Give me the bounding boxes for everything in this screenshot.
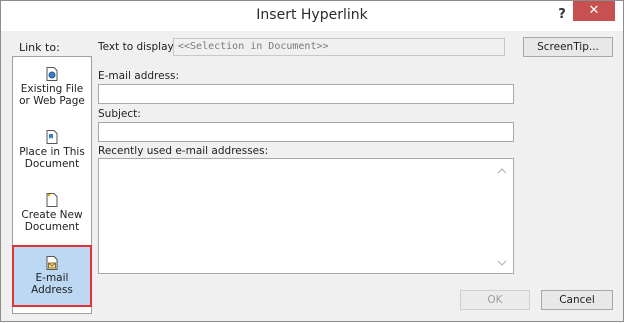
- text-to-display-input[interactable]: <<Selection in Document>>: [173, 38, 505, 56]
- close-button[interactable]: ✕: [573, 1, 615, 21]
- dialog-title: Insert Hyperlink: [256, 7, 368, 23]
- insert-hyperlink-dialog: Insert Hyperlink ? ✕ Link to: Existing F…: [0, 0, 624, 322]
- link-to-label: Link to:: [19, 41, 60, 54]
- link-to-create-new-document[interactable]: Create New Document: [13, 193, 91, 233]
- document-globe-icon: [46, 67, 58, 81]
- email-address-label: E-mail address:: [98, 70, 180, 82]
- ok-button[interactable]: OK: [460, 290, 530, 310]
- subject-label: Subject:: [98, 108, 141, 120]
- email-document-icon: [46, 256, 58, 270]
- subject-input[interactable]: [98, 122, 514, 142]
- title-bar: Insert Hyperlink ? ✕: [1, 1, 623, 31]
- cancel-button[interactable]: Cancel: [541, 290, 613, 310]
- recent-addresses-label: Recently used e-mail addresses:: [98, 145, 269, 157]
- scroll-down-icon[interactable]: [497, 259, 507, 267]
- recent-addresses-list[interactable]: [98, 158, 514, 274]
- email-address-input[interactable]: [98, 84, 514, 104]
- link-to-existing-file[interactable]: Existing File or Web Page: [13, 67, 91, 107]
- link-to-panel: Existing File or Web Page Place in This …: [12, 56, 92, 314]
- link-to-email-address[interactable]: E-mail Address: [12, 245, 92, 307]
- link-to-place-in-document[interactable]: Place in This Document: [13, 130, 91, 170]
- document-pin-icon: [46, 130, 58, 144]
- scroll-up-icon[interactable]: [497, 167, 507, 175]
- text-to-display-label: Text to display:: [98, 41, 177, 53]
- help-button[interactable]: ?: [553, 4, 571, 26]
- new-document-icon: [46, 193, 58, 207]
- screentip-button[interactable]: ScreenTip...: [523, 37, 613, 57]
- close-icon: ✕: [588, 3, 600, 18]
